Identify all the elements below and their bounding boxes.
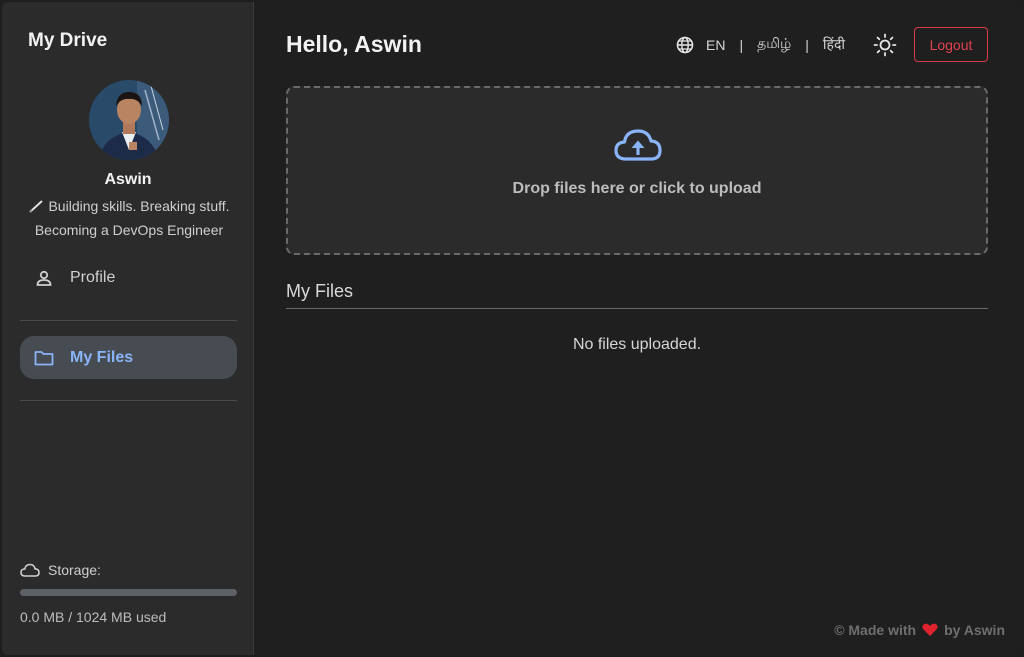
page-title: Hello, Aswin	[286, 31, 422, 57]
upload-dropzone[interactable]: Drop files here or click to upload	[286, 86, 988, 255]
user-bio: Building skills. Breaking stuff. Becomin…	[22, 194, 236, 242]
language-hindi[interactable]: हिंदी	[823, 35, 845, 54]
storage-used-text: 0.0 MB / 1024 MB used	[20, 609, 167, 625]
heart-icon	[922, 623, 938, 637]
user-name: Aswin	[104, 171, 152, 188]
language-tamil[interactable]: தமிழ்	[757, 35, 791, 54]
files-section-title: My Files	[286, 281, 353, 301]
app-window: My Drive Aswin Building skills. Breaking…	[2, 2, 1022, 655]
language-separator: |	[739, 36, 744, 53]
language-switcher: EN | தமிழ் | हिंदी	[676, 35, 845, 54]
sidebar-item-label: My Files	[70, 348, 134, 366]
theme-toggle-sun-icon[interactable]	[872, 32, 898, 58]
app-brand: My Drive	[28, 30, 108, 51]
storage-progress-bar	[20, 589, 237, 596]
language-en[interactable]: EN	[706, 37, 725, 53]
divider	[20, 400, 237, 401]
empty-files-message: No files uploaded.	[572, 336, 702, 353]
footer-text-before: © Made with	[834, 622, 917, 638]
footer-text-after: by Aswin	[944, 622, 1005, 638]
sidebar: My Drive Aswin Building skills. Breaking…	[2, 2, 254, 655]
storage-label-text: Storage:	[48, 562, 101, 578]
pencil-icon	[28, 196, 44, 213]
sidebar-item-label: Profile	[70, 268, 116, 286]
logout-button[interactable]: Logout	[914, 27, 988, 62]
user-bio-text: Building skills. Breaking stuff. Becomin…	[34, 198, 230, 238]
language-separator: |	[805, 36, 809, 53]
globe-icon	[676, 36, 694, 54]
divider	[20, 320, 237, 321]
storage-label: Storage:	[20, 562, 101, 578]
cloud-upload-icon	[613, 126, 663, 164]
avatar	[89, 80, 169, 160]
footer: © Made with by Aswin	[834, 622, 1005, 638]
main-content: Hello, Aswin EN | தமிழ் | हिंदी Logout D…	[254, 2, 1022, 655]
folder-icon	[34, 348, 54, 368]
sidebar-item-profile[interactable]: Profile	[20, 256, 237, 299]
cloud-icon	[20, 562, 40, 578]
dropzone-text: Drop files here or click to upload	[512, 180, 762, 197]
sidebar-item-my-files[interactable]: My Files	[20, 336, 237, 379]
divider	[286, 308, 988, 309]
person-icon	[34, 268, 54, 288]
